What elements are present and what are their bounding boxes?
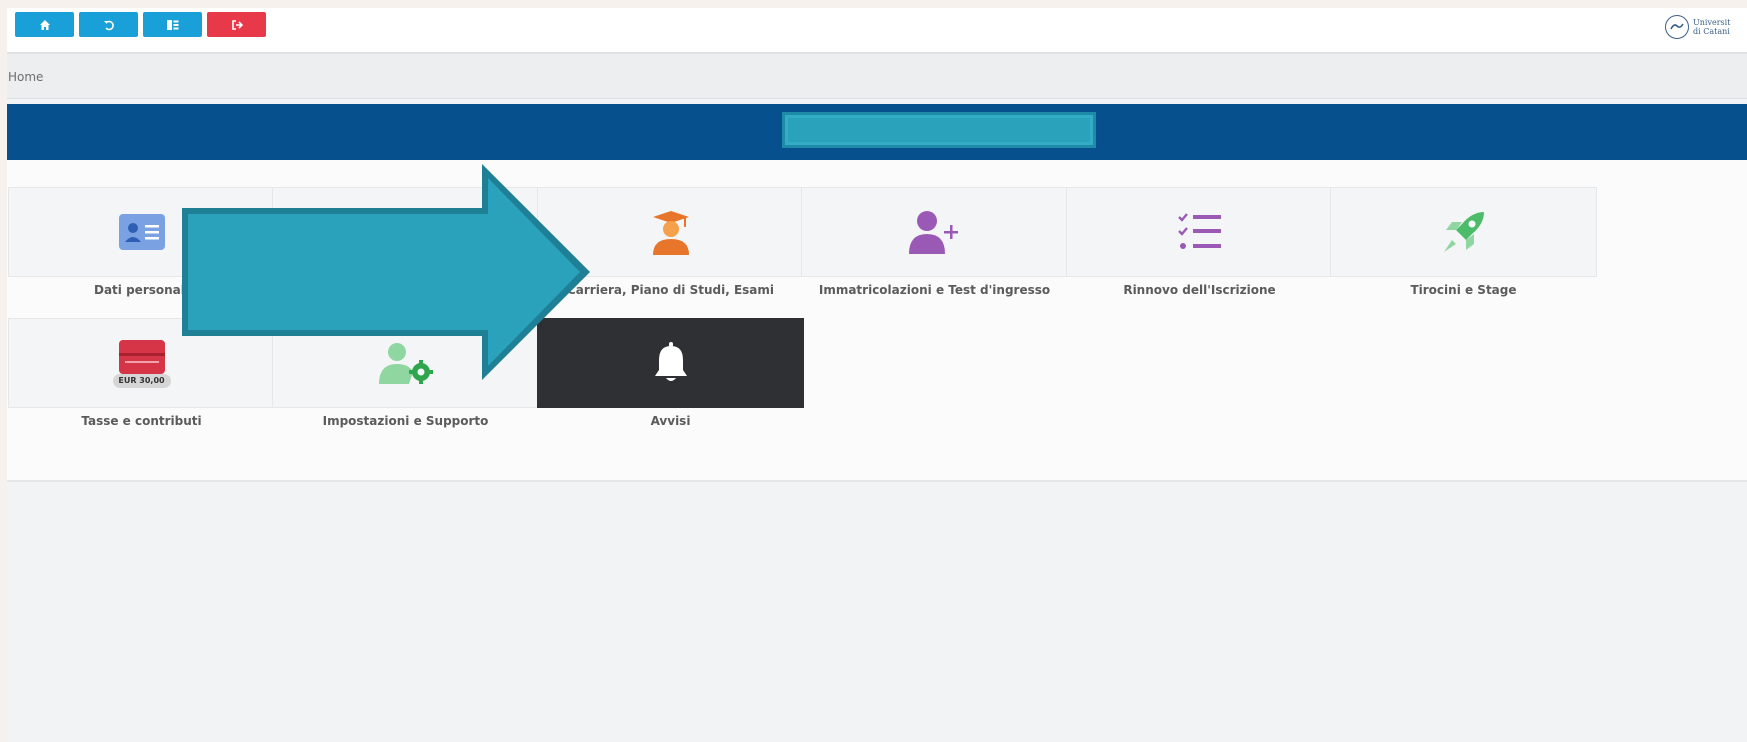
- top-bar: Universit di Catani: [7, 8, 1747, 54]
- undo-icon: [103, 20, 114, 30]
- menu-toggle-icon: [166, 19, 178, 30]
- menu-toggle-button[interactable]: [143, 12, 202, 37]
- graduate-icon: [652, 211, 689, 255]
- page-header-band: [7, 104, 1747, 160]
- tile-label: Tirocini e Stage: [1410, 283, 1517, 297]
- breadcrumb-home[interactable]: Home: [8, 70, 43, 84]
- add-user-icon: [908, 211, 958, 254]
- home-icon: [39, 19, 50, 30]
- breadcrumb: Home: [7, 54, 1747, 99]
- undo-button[interactable]: [79, 12, 138, 37]
- university-logo[interactable]: Universit di Catani: [1665, 12, 1747, 42]
- overlay-arrow-icon: [182, 164, 590, 380]
- rocket-icon: [1443, 212, 1484, 252]
- logout-button[interactable]: [207, 12, 266, 37]
- tile-label: Avvisi: [650, 414, 691, 428]
- logout-icon: [231, 19, 243, 30]
- tile-tirocini[interactable]: [1330, 187, 1597, 277]
- checklist-icon: [1177, 213, 1221, 249]
- home-button[interactable]: [15, 12, 74, 37]
- tile-rinnovo[interactable]: [1066, 187, 1333, 277]
- title-highlight-box: [782, 112, 1096, 148]
- tile-immatricolazioni[interactable]: [801, 187, 1068, 277]
- tile-label: Rinnovo dell'Iscrizione: [1123, 283, 1276, 297]
- tile-label: Immatricolazioni e Test d'ingresso: [818, 283, 1051, 297]
- tile-label: Impostazioni e Supporto: [322, 414, 489, 428]
- university-name: Universit di Catani: [1693, 18, 1731, 36]
- bell-icon: [654, 342, 687, 381]
- university-seal-icon: [1665, 15, 1689, 39]
- app-frame: Universit di Catani Home Dati personali: [7, 8, 1747, 742]
- id-card-icon: [118, 214, 165, 250]
- credit-card-icon: [118, 340, 165, 374]
- tile-label: Tasse e contributi: [81, 414, 202, 428]
- fee-amount-badge: EUR 30,00: [112, 374, 171, 388]
